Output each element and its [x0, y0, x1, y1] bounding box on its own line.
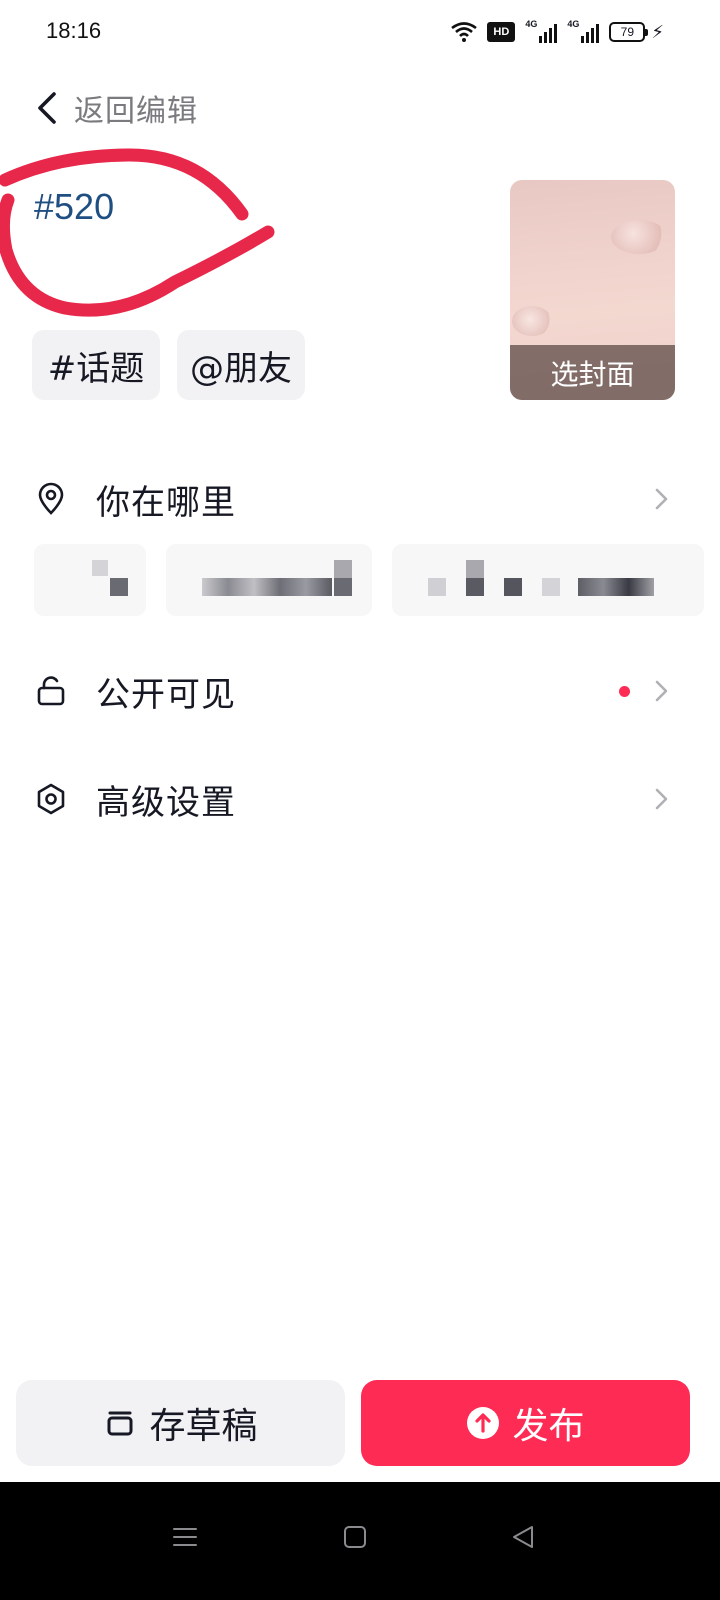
bolt-icon: ⚡	[651, 21, 664, 43]
back-label: 返回编辑	[74, 94, 198, 129]
publish-label: 发布	[512, 1406, 585, 1447]
signal-type-label: 4G	[525, 19, 538, 29]
signal-icon-2: 4G	[567, 19, 600, 43]
draft-box-icon	[107, 1411, 133, 1436]
location-suggestion-2[interactable]	[166, 544, 372, 616]
chevron-left-icon	[38, 92, 56, 124]
location-pin-icon	[38, 482, 64, 515]
chevron-right-icon	[655, 488, 668, 510]
hd-voice-icon: HD	[487, 22, 516, 42]
advanced-settings-row[interactable]: 高级设置	[0, 764, 720, 834]
location-suggestion-3[interactable]	[392, 544, 704, 616]
topic-chip[interactable]: #话题	[32, 330, 160, 400]
cover-thumbnail-detail	[512, 306, 552, 336]
back-button[interactable]: 返回编辑	[32, 86, 198, 130]
settings-hexagon-icon	[37, 783, 65, 815]
status-time: 18:16	[46, 18, 102, 43]
visibility-label: 公开可见	[96, 674, 236, 715]
battery-icon: 79	[609, 22, 649, 42]
upload-arrow-icon	[467, 1407, 500, 1439]
advanced-settings-label: 高级设置	[96, 782, 236, 823]
cover-thumbnail	[611, 220, 667, 254]
save-draft-label: 存草稿	[149, 1406, 258, 1447]
status-bar: 18:16 HD 4G 4G 79 ⚡	[0, 0, 720, 64]
location-suggestion-1[interactable]	[34, 544, 146, 616]
signal-icon: 4G	[525, 19, 558, 43]
visibility-row[interactable]: 公开可见	[0, 656, 720, 726]
back-triangle-icon[interactable]	[508, 1522, 538, 1552]
chevron-right-icon	[655, 788, 668, 810]
unlock-icon	[37, 676, 65, 706]
caption-text[interactable]: #520	[34, 186, 114, 228]
save-draft-button[interactable]: 存草稿	[16, 1380, 345, 1466]
system-nav-bar	[0, 1482, 720, 1600]
wifi-icon	[451, 22, 478, 42]
annotation-scribble	[0, 148, 275, 317]
menu-icon[interactable]	[170, 1522, 200, 1552]
location-label: 你在哪里	[96, 482, 236, 523]
publish-button[interactable]: 发布	[361, 1380, 690, 1466]
location-row[interactable]: 你在哪里	[0, 464, 720, 534]
home-square-icon[interactable]	[340, 1522, 370, 1552]
cover-label: 选封面	[510, 345, 675, 400]
signal-type-label-2: 4G	[567, 19, 580, 29]
cover-selector[interactable]: 选封面	[510, 180, 675, 400]
mention-friend-chip[interactable]: @朋友	[177, 330, 305, 400]
status-icons: HD 4G 4G 79 ⚡	[451, 18, 664, 46]
notification-dot	[619, 685, 630, 697]
chevron-right-icon	[655, 680, 668, 702]
